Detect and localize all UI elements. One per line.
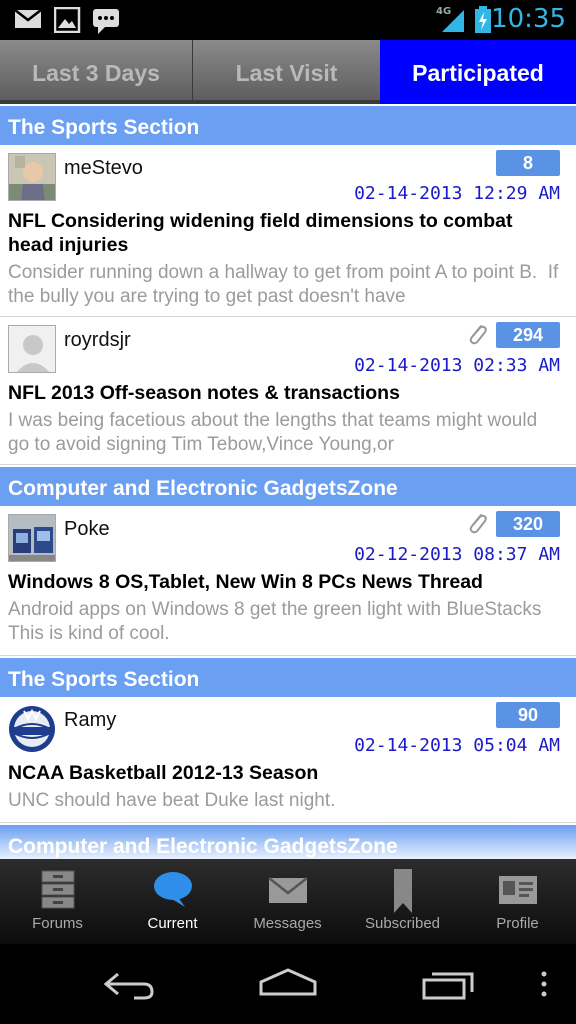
thread-preview: I was being facetious about the lengths …	[8, 410, 543, 455]
post-date: 02-14-2013 12:29 AM	[354, 183, 560, 204]
mail-icon	[14, 7, 44, 35]
tab-bar: Last 3 Days Last Visit Participated	[0, 40, 576, 104]
attachment-icon	[466, 511, 488, 535]
avatar	[8, 705, 56, 753]
avatar	[8, 153, 56, 201]
nav-profile[interactable]: Profile	[460, 859, 575, 944]
tab-label: Last 3 Days	[32, 60, 160, 86]
tab-last-3-days[interactable]: Last 3 Days	[0, 40, 192, 104]
username: Ramy	[64, 709, 117, 731]
reply-count-badge: 320	[496, 511, 560, 537]
signal-icon	[440, 8, 466, 38]
reply-count-badge: 294	[496, 322, 560, 348]
thread-item[interactable]: Poke 320 02-12-2013 08:37 AM Windows 8 O…	[0, 506, 576, 656]
forums-icon	[37, 869, 79, 909]
tab-last-visit[interactable]: Last Visit	[193, 40, 380, 104]
nav-label: Messages	[253, 915, 322, 932]
chat-icon	[92, 7, 122, 39]
reply-count-badge: 90	[496, 702, 560, 728]
subscribed-icon	[382, 869, 424, 913]
image-icon	[53, 6, 82, 37]
clock: 10:35	[491, 4, 566, 34]
thread-title: NCAA Basketball 2012-13 Season	[8, 762, 319, 784]
nav-label: Current	[147, 915, 198, 932]
avatar	[8, 325, 56, 373]
nav-label: Profile	[496, 915, 539, 932]
post-date: 02-12-2013 08:37 AM	[354, 544, 560, 565]
thread-title: NFL 2013 Off-season notes & transactions	[8, 382, 400, 404]
tab-label: Last Visit	[235, 60, 338, 86]
thread-title: Windows 8 OS,Tablet, New Win 8 PCs News …	[8, 571, 483, 593]
tab-label: Participated	[412, 60, 544, 86]
section-header: Computer and Electronic GadgetsZone	[0, 823, 576, 859]
status-bar: 4G 10:35	[0, 0, 576, 40]
current-icon	[152, 869, 194, 909]
username: meStevo	[64, 157, 143, 179]
bottom-nav-bar: Forums Current Messages Subscribed Profi…	[0, 859, 576, 944]
profile-icon	[497, 869, 539, 909]
thread-preview: UNC should have beat Duke last night.	[8, 790, 336, 811]
nav-messages[interactable]: Messages	[230, 859, 345, 944]
tab-participated[interactable]: Participated	[380, 40, 576, 104]
reply-count-badge: 8	[496, 150, 560, 176]
thread-preview: Consider running down a hallway to get f…	[8, 262, 559, 307]
battery-icon	[474, 6, 492, 38]
thread-item[interactable]: meStevo 8 02-14-2013 12:29 AM NFL Consid…	[0, 145, 576, 317]
section-header: The Sports Section	[0, 104, 576, 145]
system-nav-bar	[0, 944, 576, 1024]
nav-forums[interactable]: Forums	[0, 859, 115, 944]
home-icon[interactable]	[253, 962, 323, 1006]
thread-preview: Android apps on Windows 8 get the green …	[8, 599, 552, 644]
username: royrdsjr	[64, 329, 131, 351]
nav-subscribed[interactable]: Subscribed	[345, 859, 460, 944]
post-date: 02-14-2013 02:33 AM	[354, 355, 560, 376]
nav-current[interactable]: Current	[115, 859, 230, 944]
messages-icon	[267, 869, 309, 909]
thread-item[interactable]: Ramy 90 02-14-2013 05:04 AM NCAA Basketb…	[0, 697, 576, 823]
attachment-icon	[466, 322, 488, 346]
menu-icon[interactable]	[520, 962, 560, 1006]
nav-label: Subscribed	[364, 915, 441, 932]
section-header: The Sports Section	[0, 656, 576, 697]
nav-label: Forums	[32, 915, 83, 932]
thread-list[interactable]: The Sports Section meStevo 8 02-14-2013 …	[0, 104, 576, 859]
back-icon[interactable]	[94, 962, 164, 1006]
username: Poke	[64, 518, 110, 540]
thread-title: NFL Considering widening field dimension…	[8, 210, 513, 256]
thread-item[interactable]: royrdsjr 294 02-14-2013 02:33 AM NFL 201…	[0, 317, 576, 465]
section-header: Computer and Electronic GadgetsZone	[0, 465, 576, 506]
post-date: 02-14-2013 05:04 AM	[354, 735, 560, 756]
recents-icon[interactable]	[414, 962, 484, 1006]
avatar	[8, 514, 56, 562]
